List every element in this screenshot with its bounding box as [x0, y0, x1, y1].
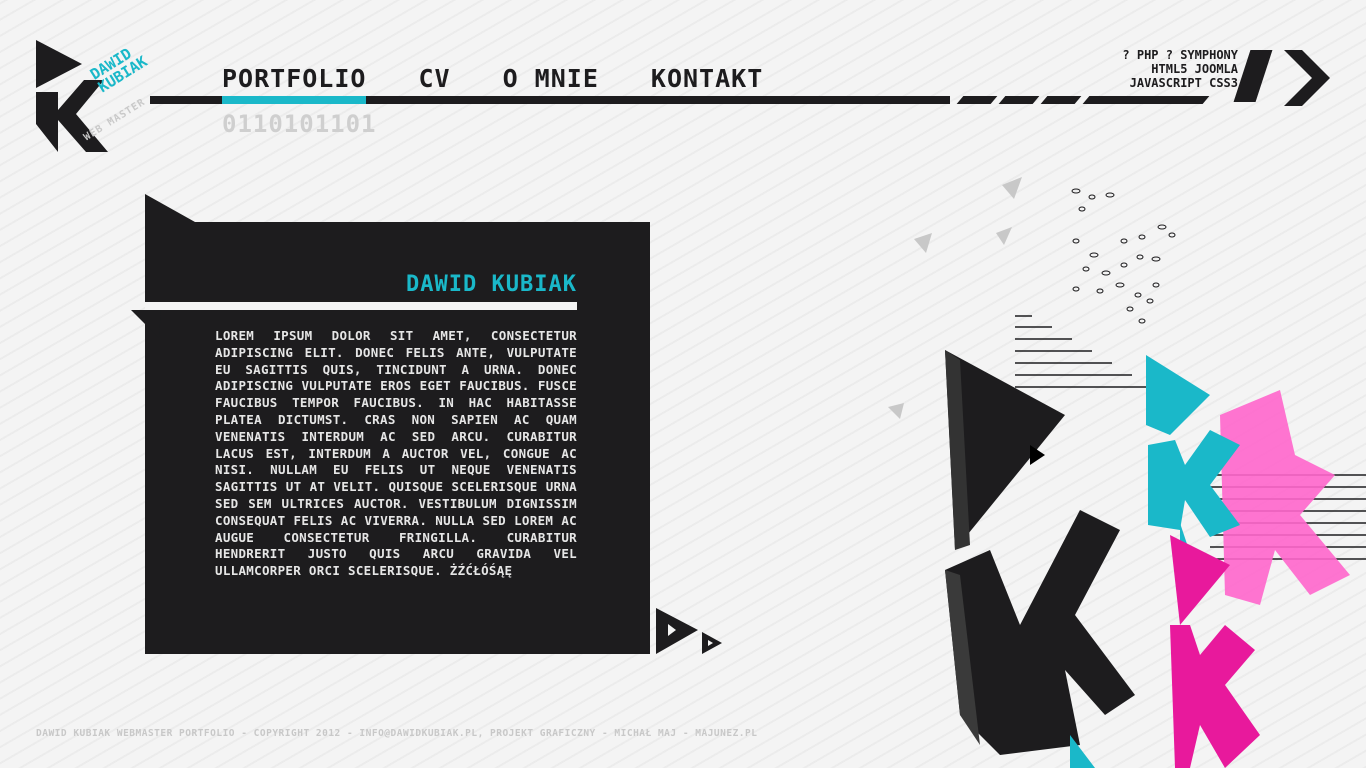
content-panel: DAWID KUBIAK LOREM IPSUM DOLOR SIT AMET,…: [145, 222, 650, 654]
nav-portfolio[interactable]: PORTFOLIO: [222, 62, 367, 104]
nav-dash: [956, 96, 998, 104]
nav-dash: [1082, 96, 1210, 104]
nav-o-mnie[interactable]: O MNIE: [503, 62, 599, 96]
footer-copyright: DAWID KUBIAK WEBMASTER PORTFOLIO - COPYR…: [36, 728, 758, 739]
decorative-3d-letters: [888, 177, 1366, 768]
binary-caption: 0110101101: [222, 110, 377, 138]
skills-line: ? PHP ? SYMPHONY: [1122, 48, 1238, 62]
skills-line: HTML5 JOOMLA: [1151, 62, 1238, 76]
nav-cv[interactable]: CV: [418, 62, 450, 96]
nav-dash: [998, 96, 1040, 104]
content-title: DAWID KUBIAK: [406, 272, 577, 297]
slash-decoration: [1233, 50, 1273, 102]
content-body: LOREM IPSUM DOLOR SIT AMET, CONSECTETUR …: [215, 328, 577, 579]
panel-stripe: [145, 302, 577, 310]
skills-list: ? PHP ? SYMPHONY HTML5 JOOMLA JAVASCRIPT…: [1122, 48, 1238, 90]
skills-line: JAVASCRIPT CSS3: [1129, 76, 1238, 90]
next-arrow-icon[interactable]: [656, 608, 726, 656]
panel-notch: [131, 310, 161, 338]
nav-kontakt[interactable]: KONTAKT: [651, 62, 763, 96]
panel-tab: [145, 194, 195, 222]
logo-mark: [36, 40, 108, 152]
nav-dash: [1040, 96, 1082, 104]
main-nav: PORTFOLIO CV O MNIE KONTAKT: [222, 62, 815, 104]
chevron-right-icon: [1284, 50, 1330, 106]
